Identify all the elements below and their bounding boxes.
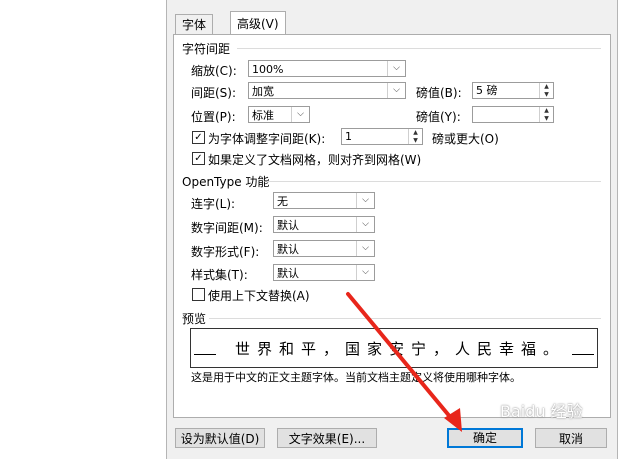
annotation-arrow — [346, 292, 462, 432]
baidu-watermark: Baidu 经验 — [500, 402, 583, 421]
